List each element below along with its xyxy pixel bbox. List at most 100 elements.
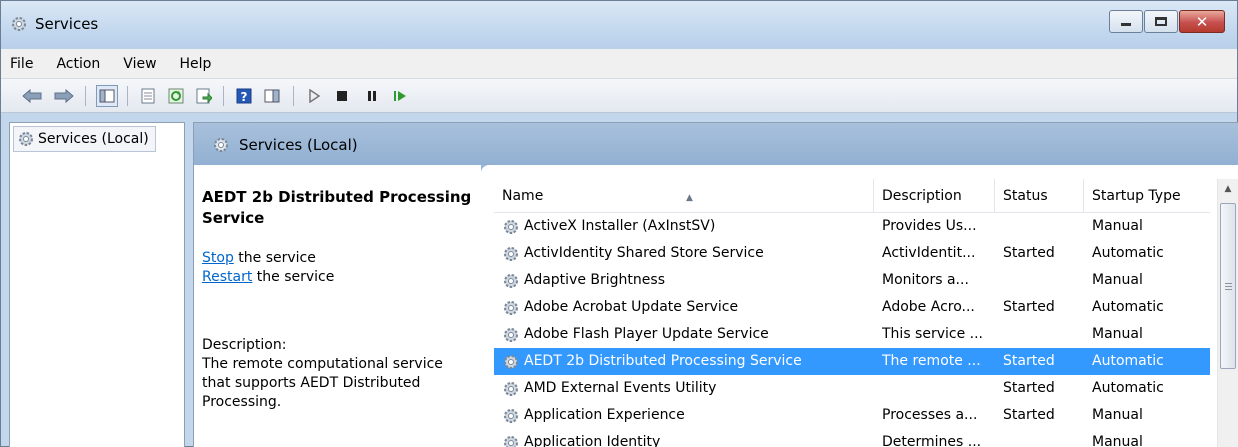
stop-service-link[interactable]: Stop: [202, 250, 234, 266]
column-header-description[interactable]: Description: [874, 179, 995, 213]
table-row[interactable]: Adobe Flash Player Update Service This se…: [494, 321, 1210, 348]
table-row[interactable]: Application Experience Processes a... Star…: [494, 402, 1210, 429]
back-arrow-icon[interactable]: [21, 85, 43, 107]
grip-icon: [1224, 282, 1232, 290]
sort-ascending-icon: ▲: [686, 193, 693, 203]
table-row[interactable]: Application Identity Determines ... Manual: [494, 429, 1210, 447]
table-row[interactable]: ActiveX Installer (AxInstSV) Provides Us.…: [494, 213, 1210, 240]
cell-name: Adaptive Brightness: [524, 272, 665, 288]
restart-line: Restart the service: [202, 268, 482, 287]
cell-startup-type: Automatic: [1092, 299, 1164, 315]
column-header-name[interactable]: Name ▲: [494, 179, 874, 213]
menu-file[interactable]: File: [10, 56, 33, 72]
window-title: Services: [35, 15, 99, 33]
cell-status: Started: [1003, 245, 1055, 261]
start-service-icon[interactable]: [303, 85, 325, 107]
maximize-icon: [1155, 17, 1167, 26]
cell-status: Started: [1003, 299, 1055, 315]
minimize-button[interactable]: [1109, 10, 1143, 33]
description-label: Description:: [202, 337, 287, 353]
column-header-status[interactable]: Status: [995, 179, 1084, 213]
table-row[interactable]: Adobe Acrobat Update Service Adobe Acro..…: [494, 294, 1210, 321]
resume-service-icon[interactable]: [389, 85, 411, 107]
export-list-icon[interactable]: [193, 85, 215, 107]
toolbar-separator: [223, 86, 224, 106]
tab-shade-inner: [194, 165, 481, 177]
service-gear-icon: [504, 382, 518, 396]
table-row[interactable]: Adaptive Brightness Monitors a... Manual: [494, 267, 1210, 294]
column-label: Startup Type: [1092, 188, 1181, 204]
description-text: The remote computational service that su…: [202, 356, 443, 410]
cell-name: Adobe Acrobat Update Service: [524, 299, 739, 315]
table-row[interactable]: AEDT 2b Distributed Processing Service Th…: [494, 348, 1210, 375]
refresh-icon[interactable]: [165, 85, 187, 107]
toolbar-separator: [127, 86, 128, 106]
column-header-startup-type[interactable]: Startup Type: [1084, 179, 1210, 213]
selected-service-title: AEDT 2b Distributed Processing Service: [202, 188, 472, 227]
cell-description: Monitors a...: [882, 272, 969, 288]
service-gear-icon: [504, 247, 518, 261]
pause-service-icon[interactable]: [361, 85, 383, 107]
restart-service-link[interactable]: Restart: [202, 269, 252, 285]
stop-service-icon[interactable]: [331, 85, 353, 107]
tab-notch: [481, 165, 1238, 177]
cell-name: ActivIdentity Shared Store Service: [524, 245, 764, 261]
cell-startup-type: Automatic: [1092, 380, 1164, 396]
cell-name: Adobe Flash Player Update Service: [524, 326, 769, 342]
cell-startup-type: Manual: [1092, 218, 1143, 234]
services-window: Services ✕ File Action View Help ? Servi…: [0, 0, 1238, 447]
minimize-icon: [1121, 23, 1131, 26]
pane-header: Services (Local): [194, 123, 1238, 165]
help-icon[interactable]: ?: [233, 85, 255, 107]
show-hide-console-tree-icon[interactable]: [96, 85, 118, 107]
maximize-button[interactable]: [1144, 10, 1178, 33]
column-label: Name: [502, 188, 544, 204]
cell-description: [882, 375, 997, 402]
cell-description: Processes a...: [882, 407, 978, 423]
cell-name: Application Experience: [524, 407, 685, 423]
menu-help[interactable]: Help: [180, 56, 212, 72]
scroll-thumb[interactable]: [1220, 203, 1236, 369]
cell-status: [1003, 321, 1083, 348]
close-button[interactable]: ✕: [1179, 10, 1225, 33]
menu-action[interactable]: Action: [56, 56, 100, 72]
service-gear-icon: [504, 436, 518, 447]
cell-status: Started: [1003, 353, 1055, 369]
column-label: Description: [882, 188, 962, 204]
services-table: Name ▲ Description Status Startup Type A…: [494, 179, 1210, 447]
forward-arrow-icon[interactable]: [53, 85, 75, 107]
stop-line-text: the service: [233, 250, 316, 266]
service-action-links: Stop the service Restart the service: [202, 249, 482, 287]
scroll-up-icon[interactable]: ▲: [1218, 179, 1238, 199]
column-label: Status: [1003, 188, 1048, 204]
toolbar-separator: [293, 86, 294, 106]
cell-startup-type: Manual: [1092, 407, 1143, 423]
table-row[interactable]: AMD External Events Utility Started Automa…: [494, 375, 1210, 402]
table-header: Name ▲ Description Status Startup Type: [494, 179, 1210, 213]
cell-status: [1003, 267, 1083, 294]
services-gear-icon: [12, 17, 26, 31]
show-hide-action-pane-icon[interactable]: [261, 85, 283, 107]
tree-item-services-local[interactable]: Services (Local): [13, 126, 156, 152]
services-gear-icon: [19, 132, 33, 146]
title-bar[interactable]: Services ✕: [1, 1, 1237, 49]
menu-view[interactable]: View: [123, 56, 156, 72]
pane-title: Services (Local): [239, 136, 358, 154]
details-pane: Services (Local) AEDT 2b Distributed Pro…: [193, 122, 1238, 447]
vertical-scrollbar[interactable]: ▲: [1217, 179, 1238, 447]
cell-description: Determines ...: [882, 434, 982, 447]
menu-bar: File Action View Help: [1, 49, 1237, 79]
cell-name: Application Identity: [524, 434, 661, 447]
cell-startup-type: Automatic: [1092, 245, 1164, 261]
console-tree: Services (Local): [9, 122, 185, 447]
cell-description: The remote ...: [882, 353, 981, 369]
table-row[interactable]: ActivIdentity Shared Store Service ActivI…: [494, 240, 1210, 267]
properties-icon[interactable]: [137, 85, 159, 107]
service-gear-icon: [504, 328, 518, 342]
table-body: ActiveX Installer (AxInstSV) Provides Us.…: [494, 213, 1210, 447]
extended-description: AEDT 2b Distributed Processing Service S…: [202, 187, 482, 412]
toolbar: ?: [1, 79, 1237, 113]
cell-description: Provides Us...: [882, 218, 977, 234]
cell-name: AEDT 2b Distributed Processing Service: [524, 353, 802, 369]
cell-startup-type: Automatic: [1092, 353, 1164, 369]
